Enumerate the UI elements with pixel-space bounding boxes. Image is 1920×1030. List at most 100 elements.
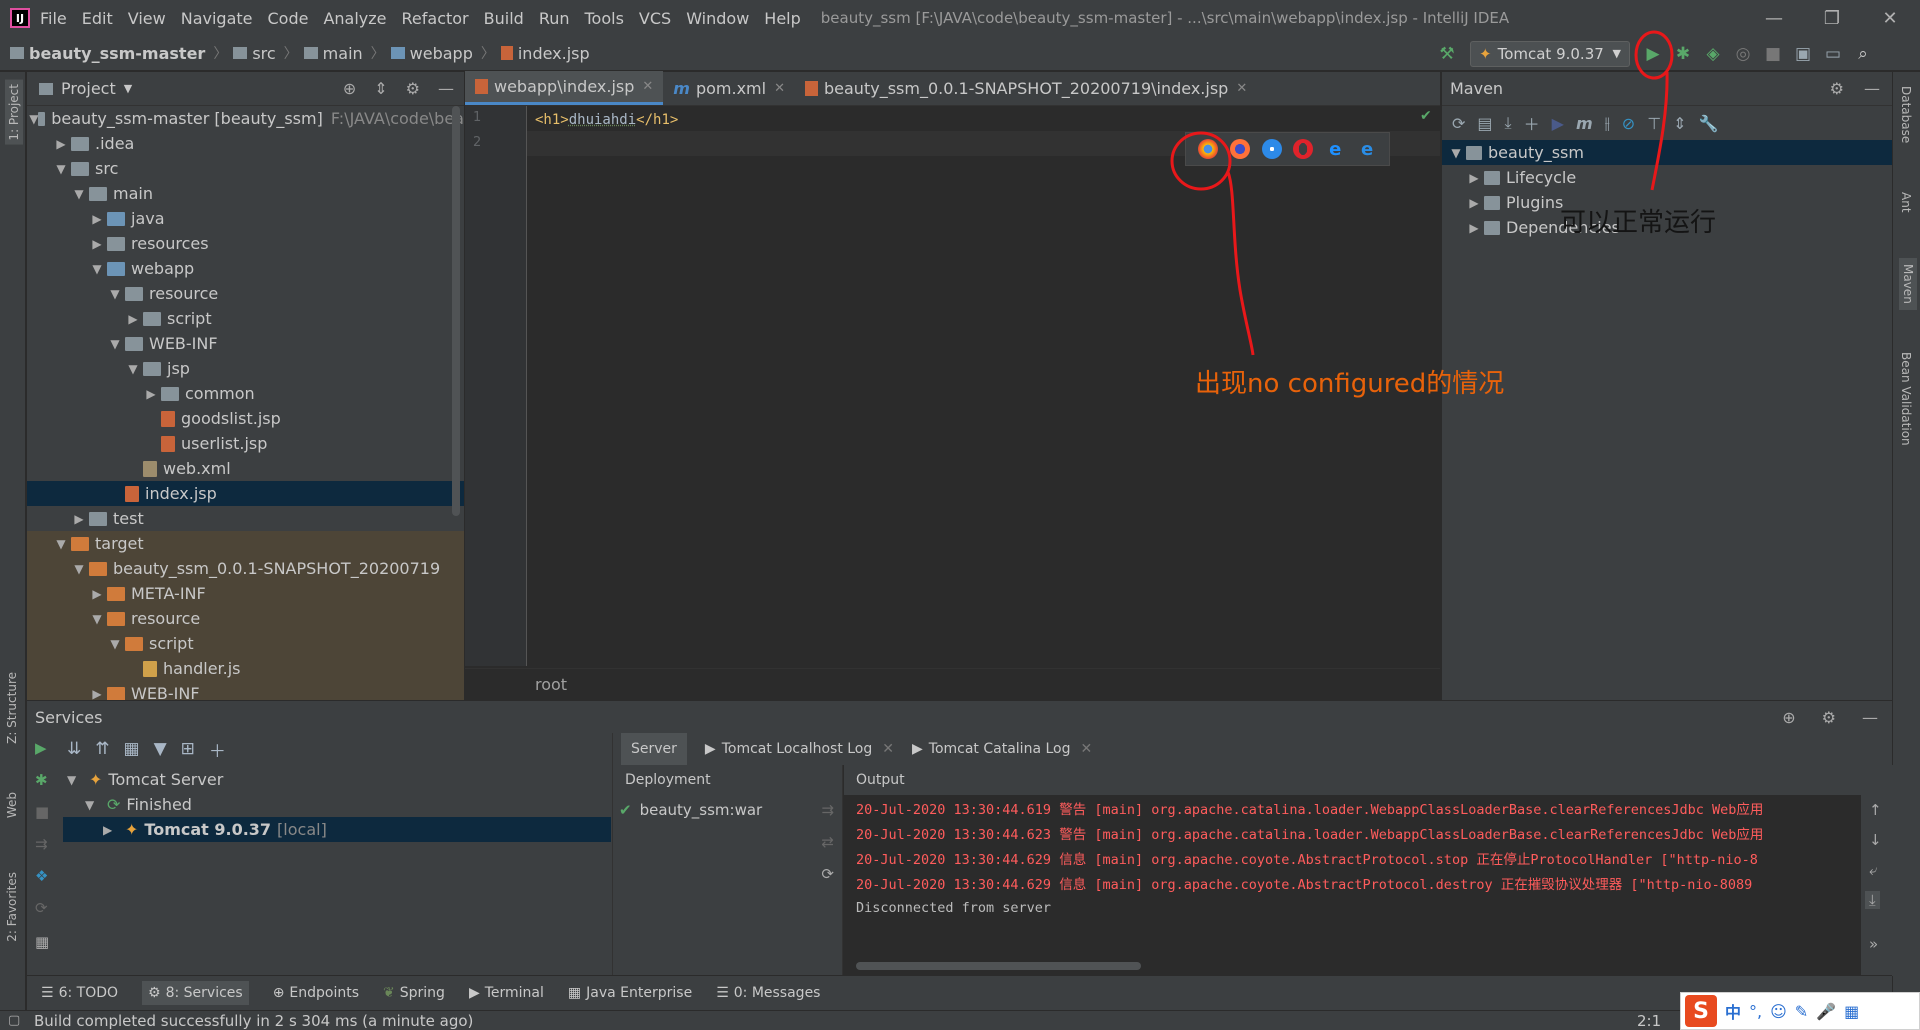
chevron-down-icon[interactable]: ▼ [67, 773, 89, 787]
chevron-right-icon[interactable]: ▶ [69, 512, 89, 526]
project-tree-item[interactable]: ▼ beauty_ssm-master [beauty_ssm] F:\JAVA\c… [27, 106, 464, 131]
project-tree-item[interactable]: index.jsp [27, 481, 464, 506]
menu-analyze[interactable]: Analyze [323, 9, 386, 28]
arrow-down-icon[interactable]: ↓ [1869, 831, 1882, 849]
gear-icon[interactable]: ⚙ [1830, 79, 1844, 98]
caret-position[interactable]: 2:1 [1637, 1012, 1661, 1030]
soft-wrap-icon[interactable]: ⤶ [1869, 861, 1877, 879]
toggle-offline-icon[interactable]: ⫲ [1605, 113, 1610, 133]
stop-icon[interactable]: ■ [1758, 39, 1788, 69]
project-tree-item[interactable]: ▶ script [27, 306, 464, 331]
tool-tab-messages[interactable]: ☰ 0: Messages [716, 985, 820, 1001]
download-icon[interactable]: ⤓ [1505, 113, 1512, 133]
firefox-icon[interactable] [1229, 139, 1250, 159]
gear-icon[interactable]: ⚙ [1822, 708, 1836, 727]
artifact-icon[interactable]: ❖ [35, 867, 48, 885]
new-tab-icon[interactable]: ⊞ [181, 739, 195, 759]
undeploy-icon[interactable]: ⇄ [821, 833, 834, 851]
project-tree-item[interactable]: ▼ target [27, 531, 464, 556]
locate-icon[interactable]: ⊕ [1782, 708, 1795, 727]
build-hammer-icon[interactable]: ⚒ [1432, 39, 1462, 69]
debug-icon[interactable]: ✱ [1668, 39, 1698, 69]
status-message[interactable]: Build completed successfully in 2 s 304 … [34, 1012, 473, 1030]
sogou-logo-icon[interactable]: S [1685, 995, 1717, 1027]
chevron-down-icon[interactable]: ▼ [51, 537, 71, 551]
layout-icon[interactable]: ▦ [35, 933, 49, 951]
wrench-icon[interactable]: 🔧 [1699, 114, 1719, 133]
tool-tab-spring[interactable]: ❦ Spring [383, 985, 445, 1001]
chevron-right-icon[interactable]: ▶ [51, 137, 71, 151]
chevron-down-icon[interactable]: ▼ [105, 287, 125, 301]
menu-code[interactable]: Code [268, 9, 309, 28]
more-icon[interactable]: » [1869, 935, 1878, 953]
add-service-icon[interactable]: ＋ [209, 737, 226, 762]
tab-catalina-log[interactable]: ▶ Tomcat Catalina Log ✕ [912, 741, 1092, 757]
maven-tree-item[interactable]: ▼ beauty_ssm [1442, 140, 1892, 165]
close-tab-icon[interactable]: ✕ [882, 741, 894, 757]
menu-tools[interactable]: Tools [585, 9, 624, 28]
chevron-right-icon[interactable]: ▶ [1464, 196, 1484, 210]
opera-icon[interactable] [1293, 139, 1314, 159]
log-output[interactable]: 20-Jul-2020 13:30:44.619 警告 [main] org.a… [844, 795, 1893, 920]
chevron-down-icon[interactable]: ▼ [51, 162, 71, 176]
tool-tab-bean-validation[interactable]: Bean Validation [1899, 352, 1913, 446]
filter-icon[interactable]: ▼ [154, 739, 167, 759]
chevron-down-icon[interactable]: ▼ [29, 112, 38, 126]
deployment-item[interactable]: ✔ beauty_ssm:war [613, 795, 842, 825]
project-tree-item[interactable]: ▶ META-INF [27, 581, 464, 606]
hide-icon[interactable]: — [1864, 79, 1880, 98]
menu-vcs[interactable]: VCS [639, 9, 671, 28]
editor-breadcrumb[interactable]: root [465, 668, 1440, 700]
close-tab-icon[interactable]: ✕ [774, 81, 785, 96]
chevron-right-icon[interactable]: ▶ [1464, 221, 1484, 235]
chevron-right-icon[interactable]: ▶ [87, 237, 107, 251]
project-tree-item[interactable]: ▼ src [27, 156, 464, 181]
microphone-icon[interactable]: 🎤 [1816, 1002, 1836, 1021]
project-tree-item[interactable]: ▼ webapp [27, 256, 464, 281]
breadcrumb-main[interactable]: main 〉 [303, 43, 385, 63]
menu-help[interactable]: Help [764, 9, 800, 28]
run-configuration-select[interactable]: ✦ Tomcat 9.0.37 ▼ [1470, 40, 1630, 67]
show-dependencies-icon[interactable]: ⊤ [1647, 114, 1661, 133]
arrow-up-icon[interactable]: ↑ [1869, 801, 1882, 819]
stop-icon[interactable]: ■ [35, 803, 49, 821]
inspection-ok-icon[interactable]: ✔ [1420, 108, 1432, 124]
project-tree-item[interactable]: ▶ .idea [27, 131, 464, 156]
hide-icon[interactable]: — [438, 79, 454, 98]
close-tab-icon[interactable]: ✕ [642, 79, 653, 94]
tab-target-index-jsp[interactable]: beauty_ssm_0.0.1-SNAPSHOT_20200719\index… [795, 71, 1257, 105]
debug-icon[interactable]: ✱ [35, 771, 48, 789]
layout-icon[interactable]: ▭ [1818, 39, 1848, 69]
tool-tab-structure[interactable]: Z: Structure [5, 672, 19, 744]
project-structure-icon[interactable]: ▣ [1788, 39, 1818, 69]
project-tree-item[interactable]: web.xml [27, 456, 464, 481]
run-maven-goal-icon[interactable]: ▶ [1552, 114, 1564, 133]
chevron-down-icon[interactable]: ▼ [123, 362, 143, 376]
scroll-to-end-icon[interactable]: ⤓ [1865, 891, 1880, 909]
group-by-icon[interactable]: ▦ [124, 739, 140, 759]
output-scrollbar[interactable] [856, 962, 1141, 970]
tool-tab-favorites[interactable]: 2: Favorites [5, 872, 19, 942]
menu-refactor[interactable]: Refactor [402, 9, 469, 28]
refresh-icon[interactable]: ⟳ [821, 865, 834, 883]
breadcrumb-webapp[interactable]: webapp 〉 [390, 43, 495, 63]
search-icon[interactable]: ⌕ [1848, 39, 1878, 69]
breadcrumb-src[interactable]: src 〉 [233, 43, 298, 63]
safari-icon[interactable] [1261, 139, 1282, 159]
project-tree-item[interactable]: ▼ WEB-INF [27, 331, 464, 356]
maven-m-icon[interactable]: m [1576, 114, 1593, 133]
chevron-down-icon[interactable]: ▼ [87, 262, 107, 276]
project-tree-item[interactable]: handler.js [27, 656, 464, 681]
pen-icon[interactable]: ✎ [1795, 1002, 1808, 1021]
menu-edit[interactable]: Edit [82, 9, 113, 28]
tool-tab-database[interactable]: Database [1899, 86, 1913, 143]
run-icon[interactable]: ▶ [1638, 39, 1668, 69]
chevron-right-icon[interactable]: ▶ [123, 312, 143, 326]
profile-icon[interactable]: ◎ [1728, 39, 1758, 69]
chevron-down-icon[interactable]: ▼ [87, 612, 107, 626]
status-toggle-icon[interactable]: ▢ [8, 1013, 20, 1028]
tab-server[interactable]: Server [621, 733, 687, 765]
chevron-down-icon[interactable]: ▼ [105, 337, 125, 351]
restore-icon[interactable]: ❐ [1803, 0, 1861, 36]
menu-file[interactable]: File [40, 9, 67, 28]
